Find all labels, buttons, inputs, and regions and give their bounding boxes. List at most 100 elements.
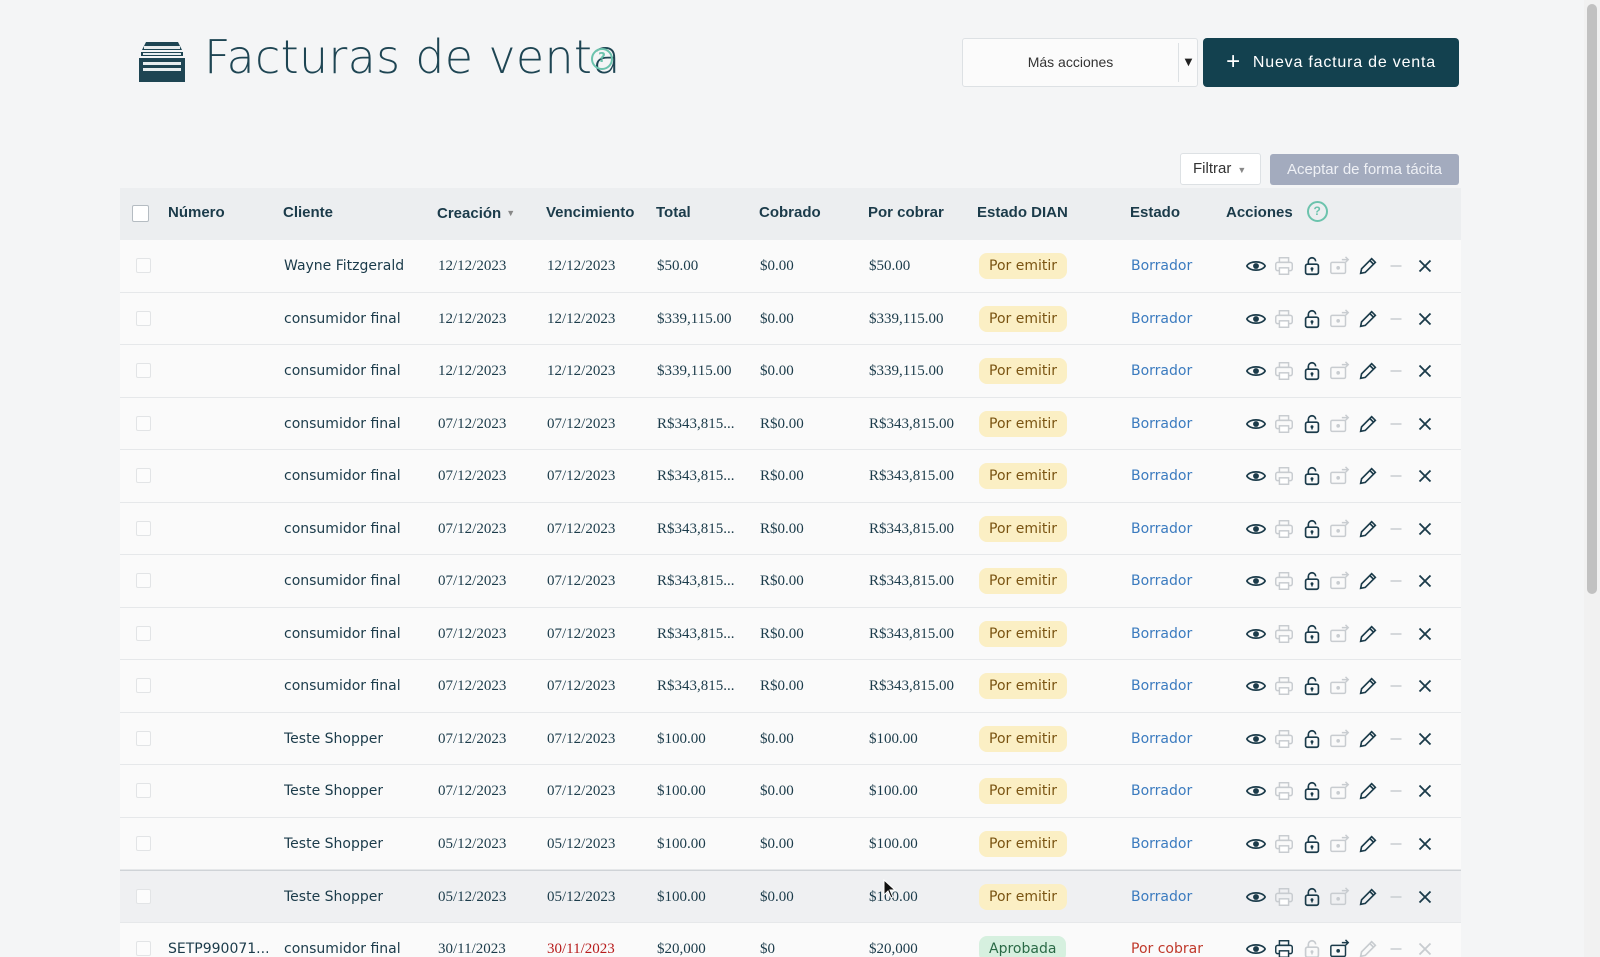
view-icon[interactable]	[1245, 360, 1267, 382]
cell-number[interactable]	[168, 503, 268, 555]
minus-icon[interactable]	[1385, 886, 1407, 908]
edit-icon[interactable]	[1357, 675, 1379, 697]
minus-icon[interactable]	[1385, 938, 1407, 957]
column-due[interactable]: Vencimiento	[546, 188, 634, 240]
cell-number[interactable]	[168, 450, 268, 502]
cell-number[interactable]	[168, 555, 268, 607]
close-icon[interactable]	[1414, 886, 1436, 908]
new-invoice-button[interactable]: + Nueva factura de venta	[1203, 38, 1459, 87]
row-checkbox[interactable]	[136, 468, 151, 483]
minus-icon[interactable]	[1385, 623, 1407, 645]
print-icon[interactable]	[1273, 938, 1295, 957]
status-link[interactable]: Por cobrar	[1131, 923, 1203, 957]
table-row[interactable]: Wayne Fitzgerald 12/12/2023 12/12/2023 $50.…	[120, 240, 1461, 293]
unlock-icon[interactable]	[1301, 623, 1323, 645]
close-icon[interactable]	[1414, 308, 1436, 330]
print-icon[interactable]	[1273, 623, 1295, 645]
minus-icon[interactable]	[1385, 255, 1407, 277]
cell-number[interactable]	[168, 398, 268, 450]
filter-button[interactable]: Filtrar ▼	[1180, 153, 1261, 185]
cell-number[interactable]	[168, 608, 268, 660]
print-icon[interactable]	[1273, 780, 1295, 802]
print-icon[interactable]	[1273, 308, 1295, 330]
row-checkbox[interactable]	[136, 730, 151, 746]
view-icon[interactable]	[1245, 255, 1267, 277]
cell-number[interactable]	[168, 818, 268, 870]
table-row[interactable]: consumidor final 12/12/2023 12/12/2023 $339…	[120, 345, 1461, 398]
edit-icon[interactable]	[1357, 308, 1379, 330]
table-row[interactable]: Teste Shopper 07/12/2023 07/12/2023 $100.00…	[120, 712, 1461, 765]
print-icon[interactable]	[1273, 833, 1295, 855]
close-icon[interactable]	[1414, 465, 1436, 487]
cell-number[interactable]	[168, 713, 268, 765]
minus-icon[interactable]	[1385, 570, 1407, 592]
minus-icon[interactable]	[1385, 413, 1407, 435]
close-icon[interactable]	[1414, 675, 1436, 697]
row-checkbox[interactable]	[136, 940, 151, 956]
send-payment-icon[interactable]	[1329, 360, 1351, 382]
minus-icon[interactable]	[1385, 465, 1407, 487]
print-icon[interactable]	[1273, 570, 1295, 592]
cell-number[interactable]	[168, 871, 268, 923]
table-row[interactable]: consumidor final 07/12/2023 07/12/2023 R$34…	[120, 607, 1461, 660]
status-link[interactable]: Borrador	[1131, 660, 1192, 712]
unlock-icon[interactable]	[1301, 675, 1323, 697]
more-actions-label[interactable]: Más acciones	[963, 39, 1178, 86]
send-payment-icon[interactable]	[1329, 623, 1351, 645]
minus-icon[interactable]	[1385, 518, 1407, 540]
unlock-icon[interactable]	[1301, 308, 1323, 330]
help-icon[interactable]: ?	[1306, 201, 1328, 222]
send-payment-icon[interactable]	[1329, 728, 1351, 750]
cell-number[interactable]	[168, 765, 268, 817]
edit-icon[interactable]	[1357, 780, 1379, 802]
view-icon[interactable]	[1245, 780, 1267, 802]
send-payment-icon[interactable]	[1329, 255, 1351, 277]
cell-number[interactable]	[168, 345, 268, 397]
close-icon[interactable]	[1414, 780, 1436, 802]
caret-down-icon[interactable]: ▼	[1179, 39, 1198, 86]
minus-icon[interactable]	[1385, 728, 1407, 750]
status-link[interactable]: Borrador	[1131, 240, 1192, 292]
view-icon[interactable]	[1245, 833, 1267, 855]
close-icon[interactable]	[1414, 728, 1436, 750]
edit-icon[interactable]	[1357, 465, 1379, 487]
close-icon[interactable]	[1414, 255, 1436, 277]
close-icon[interactable]	[1414, 413, 1436, 435]
unlock-icon[interactable]	[1301, 465, 1323, 487]
status-link[interactable]: Borrador	[1131, 503, 1192, 555]
print-icon[interactable]	[1273, 518, 1295, 540]
row-checkbox[interactable]	[136, 258, 151, 273]
table-row[interactable]: consumidor final 12/12/2023 12/12/2023 $339…	[120, 292, 1461, 345]
edit-icon[interactable]	[1357, 833, 1379, 855]
view-icon[interactable]	[1245, 413, 1267, 435]
row-checkbox[interactable]	[136, 835, 151, 851]
table-row[interactable]: SETP990071... consumidor final 30/11/2023 3…	[120, 922, 1461, 957]
minus-icon[interactable]	[1385, 833, 1407, 855]
status-link[interactable]: Borrador	[1131, 818, 1192, 870]
table-row[interactable]: consumidor final 07/12/2023 07/12/2023 R$34…	[120, 660, 1461, 713]
unlock-icon[interactable]	[1301, 518, 1323, 540]
view-icon[interactable]	[1245, 623, 1267, 645]
column-total[interactable]: Total	[656, 188, 691, 240]
close-icon[interactable]	[1414, 833, 1436, 855]
status-link[interactable]: Borrador	[1131, 555, 1192, 607]
row-checkbox[interactable]	[136, 520, 151, 536]
edit-icon[interactable]	[1357, 938, 1379, 957]
row-checkbox[interactable]	[136, 889, 151, 904]
edit-icon[interactable]	[1357, 570, 1379, 592]
column-created[interactable]: Creación ▼	[437, 188, 515, 240]
row-checkbox[interactable]	[136, 310, 151, 326]
edit-icon[interactable]	[1357, 255, 1379, 277]
status-link[interactable]: Borrador	[1131, 765, 1192, 817]
unlock-icon[interactable]	[1301, 833, 1323, 855]
close-icon[interactable]	[1414, 623, 1436, 645]
table-row[interactable]: Teste Shopper 05/12/2023 05/12/2023 $100.00…	[120, 870, 1461, 923]
print-icon[interactable]	[1273, 360, 1295, 382]
unlock-icon[interactable]	[1301, 886, 1323, 908]
column-receivable[interactable]: Por cobrar	[868, 188, 944, 240]
minus-icon[interactable]	[1385, 675, 1407, 697]
row-checkbox[interactable]	[136, 573, 151, 588]
close-icon[interactable]	[1414, 518, 1436, 540]
table-row[interactable]: consumidor final 07/12/2023 07/12/2023 R$34…	[120, 555, 1461, 608]
send-payment-icon[interactable]	[1329, 465, 1351, 487]
